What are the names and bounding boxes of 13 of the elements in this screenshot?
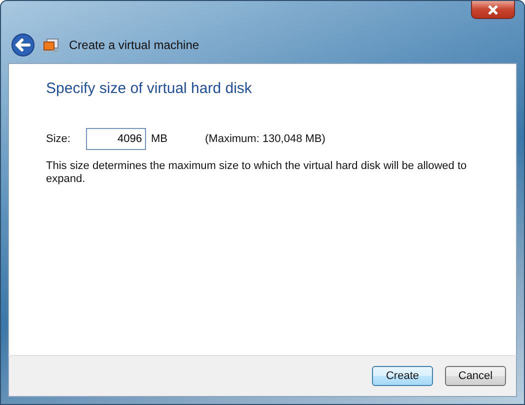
- window-title: Create a virtual machine: [69, 38, 200, 52]
- create-button[interactable]: Create: [372, 366, 433, 386]
- size-field[interactable]: 4096: [86, 128, 146, 150]
- unit-label: MB: [151, 133, 168, 145]
- description-text: This size determines the maximum size to which the virtual hard disk will be allowed to expand.: [46, 160, 468, 186]
- size-label: Size:: [46, 133, 72, 145]
- back-button[interactable]: [11, 33, 35, 57]
- page-heading: Specify size of virtual hard disk: [46, 80, 253, 97]
- maximum-text: (Maximum: 130,048 MB): [205, 133, 326, 145]
- close-icon: [487, 4, 499, 14]
- cancel-button[interactable]: Cancel: [445, 366, 506, 386]
- close-button[interactable]: [471, 1, 515, 19]
- computer-icon: [43, 38, 59, 52]
